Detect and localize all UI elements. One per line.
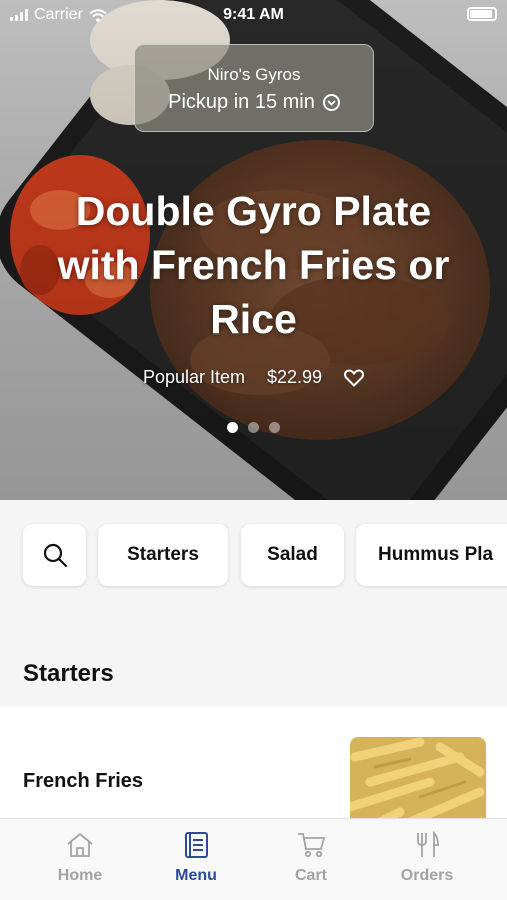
featured-price: $22.99	[267, 367, 323, 387]
home-icon	[67, 832, 93, 857]
menu-item-name: French Fries	[23, 770, 144, 792]
menu-book-icon	[185, 832, 208, 858]
section-title: Starters	[23, 660, 114, 687]
pickup-selector[interactable]: Niro's Gyros Pickup in 15 min	[134, 44, 374, 132]
carousel-dots[interactable]	[0, 422, 507, 433]
category-salad[interactable]: Salad	[241, 524, 344, 586]
fork-knife-icon	[417, 831, 439, 857]
carousel-dot[interactable]	[269, 422, 280, 433]
tab-orders[interactable]: Orders	[372, 831, 482, 885]
tab-orders-label: Orders	[400, 867, 454, 884]
hero-banner[interactable]: Carrier 9:41 AM Niro's Gyros Pickup in 1…	[0, 0, 507, 500]
category-hummus[interactable]: Hummus Pla	[356, 524, 507, 586]
restaurant-name: Niro's Gyros	[207, 65, 301, 84]
featured-item-title: Double Gyro Plate with French Fries or R…	[57, 188, 450, 342]
search-icon	[43, 543, 67, 568]
carousel-dot[interactable]	[248, 422, 259, 433]
tab-cart-label: Cart	[294, 867, 327, 884]
category-search-button[interactable]	[23, 524, 86, 586]
popular-tag: Popular Item	[142, 367, 245, 387]
battery-icon	[467, 7, 497, 21]
tab-menu[interactable]: Menu	[141, 831, 251, 885]
tab-cart[interactable]: Cart	[256, 831, 366, 885]
chevron-down-icon	[322, 94, 340, 111]
status-bar: Carrier 9:41 AM	[0, 0, 507, 30]
category-starters[interactable]: Starters	[98, 524, 228, 586]
tab-home[interactable]: Home	[25, 831, 135, 885]
tab-menu-label: Menu	[175, 867, 217, 884]
category-row[interactable]: Starters Salad Hummus Pla	[0, 500, 507, 620]
menu-item[interactable]: French Fries	[0, 706, 507, 837]
heart-icon[interactable]	[344, 369, 365, 387]
cart-icon	[298, 833, 326, 858]
carousel-dot[interactable]	[227, 422, 238, 433]
tab-bar: Home Menu Cart Orders	[0, 818, 507, 900]
status-time: 9:41 AM	[223, 6, 284, 23]
pickup-time-label: Pickup in 15 min	[168, 91, 315, 113]
tab-home-label: Home	[57, 867, 103, 884]
